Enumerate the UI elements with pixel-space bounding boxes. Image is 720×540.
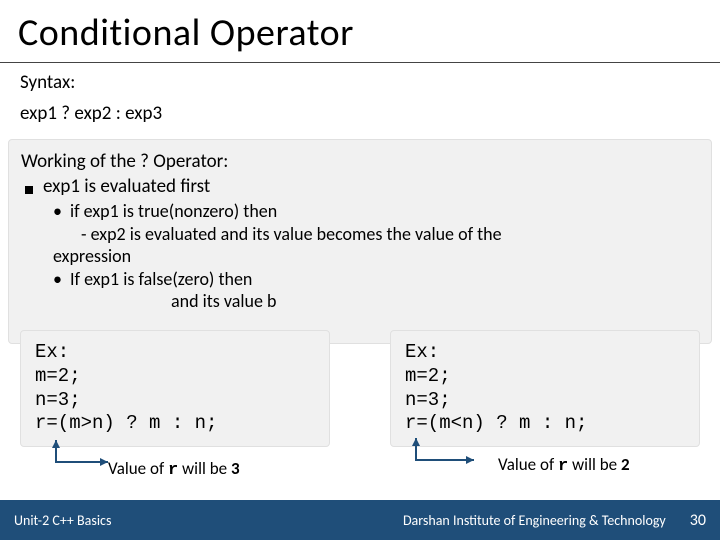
ex2-line1: m=2; — [405, 365, 685, 389]
sub-item-false: If exp1 is false(zero) then — [53, 268, 699, 291]
footer-right-group: Darshan Institute of Engineering & Techn… — [403, 511, 706, 530]
cap1-mid: will be — [178, 458, 231, 479]
sub1-body: exp1 is true(nonzero) then — [84, 200, 278, 222]
examples-row: Ex: m=2; n=3; r=(m>n) ? m : n; Ex: m=2; … — [20, 330, 700, 447]
sub1-prefix: if — [70, 200, 84, 222]
page-number: 30 — [690, 511, 706, 530]
ex2-label: Ex: — [405, 341, 685, 365]
square-bullet-icon — [25, 186, 33, 194]
footer-institute: Darshan Institute of Engineering & Techn… — [403, 512, 666, 529]
ex2-line2: n=3; — [405, 389, 685, 413]
sub2-cut-text: and its value b — [171, 290, 276, 312]
footer-left: Unit-2 C++ Basics — [14, 512, 111, 529]
syntax-code: exp1 ? exp2 : exp3 — [0, 96, 720, 139]
sub1-dash: exp2 is evaluated and its value becomes … — [81, 223, 699, 246]
cap2-pre: Value of — [498, 454, 558, 475]
working-heading: Working of the ? Operator: — [21, 150, 699, 173]
ex1-line2: n=3; — [35, 389, 315, 413]
sub-item-true: if exp1 is true(nonzero) then — [53, 200, 699, 223]
ex2-line3: r=(m<n) ? m : n; — [405, 412, 685, 436]
example-box-2: Ex: m=2; n=3; r=(m<n) ? m : n; — [390, 330, 700, 447]
ex1-label: Ex: — [35, 341, 315, 365]
sub2-prefix: If — [70, 268, 84, 290]
working-box: Working of the ? Operator: exp1 is evalu… — [8, 139, 712, 344]
sub1-dash-text: exp2 is evaluated and its value becomes … — [91, 223, 502, 245]
cap2-var: r — [558, 457, 568, 476]
sub2-body: exp1 is false(zero) then — [84, 268, 252, 290]
footer-bar: Unit-2 C++ Basics Darshan Institute of E… — [0, 500, 720, 540]
ex1-line3: r=(m>n) ? m : n; — [35, 412, 315, 436]
bullet-text: exp1 is evaluated first — [43, 175, 210, 198]
caption-1: Value of r will be 3 — [108, 458, 240, 480]
working-bullet: exp1 is evaluated first — [25, 175, 699, 198]
sub2-cutoff: and its value b — [171, 290, 699, 313]
sub-list: if exp1 is true(nonzero) then exp2 is ev… — [53, 200, 699, 313]
cap1-pre: Value of — [108, 458, 168, 479]
caption-2: Value of r will be 2 — [498, 454, 630, 476]
cap2-mid: will be — [568, 454, 621, 475]
example-box-1: Ex: m=2; n=3; r=(m>n) ? m : n; — [20, 330, 330, 447]
sub1-dash-cont: expression — [53, 245, 699, 268]
cap1-var: r — [168, 461, 178, 480]
ex1-line1: m=2; — [35, 365, 315, 389]
cap1-val: 3 — [231, 458, 240, 479]
arrow-icon — [408, 438, 478, 470]
syntax-label: Syntax: — [0, 63, 720, 96]
slide: Conditional Operator Syntax: exp1 ? exp2… — [0, 0, 720, 540]
slide-title: Conditional Operator — [0, 0, 720, 63]
cap2-val: 2 — [621, 454, 630, 475]
